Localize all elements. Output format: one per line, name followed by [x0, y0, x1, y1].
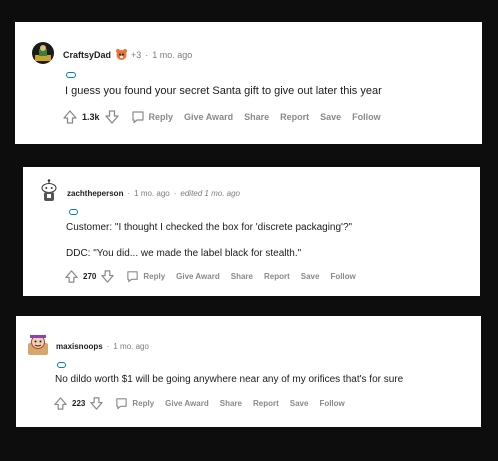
comment-card: CraftsyDad +3 · 1 mo. ago I guess you fo…	[15, 22, 482, 144]
comment-card: maxisnoops · 1 mo. ago No dildo worth $1…	[16, 316, 481, 427]
save-button[interactable]: Save	[301, 272, 320, 281]
separator-dot: ·	[127, 189, 131, 198]
reply-bubble-icon	[116, 398, 128, 410]
upvote-icon[interactable]	[62, 109, 78, 125]
vote-control: 1.3k	[62, 109, 120, 125]
timestamp[interactable]: 1 mo. ago	[152, 50, 192, 60]
follow-button[interactable]: Follow	[352, 112, 381, 122]
vote-score: 1.3k	[82, 112, 100, 122]
upvote-icon[interactable]	[53, 396, 68, 411]
report-button[interactable]: Report	[280, 112, 309, 122]
save-button[interactable]: Save	[320, 112, 341, 122]
reply-bubble-icon	[127, 271, 139, 283]
comment-text: I guess you found your secret Santa gift…	[65, 85, 382, 97]
reply-bubble-icon	[131, 111, 144, 124]
vote-control: 270	[64, 269, 115, 284]
give-award-button[interactable]: Give Award	[176, 272, 220, 281]
comment-text: No dildo worth $1 will be going anywhere…	[55, 374, 404, 385]
reply-label: Reply	[132, 399, 155, 408]
reply-button[interactable]: Reply	[115, 397, 154, 410]
share-button[interactable]: Share	[244, 112, 269, 122]
avatar-icon	[28, 335, 48, 355]
give-award-button[interactable]: Give Award	[165, 399, 209, 408]
comment-text-line: Customer: "I thought I checked the box f…	[66, 222, 353, 233]
avatar[interactable]	[26, 333, 50, 357]
collapse-line-icon[interactable]	[69, 209, 78, 215]
upvote-icon[interactable]	[64, 269, 79, 284]
vote-control: 223	[53, 396, 104, 411]
separator-dot: ·	[173, 189, 177, 198]
downvote-icon[interactable]	[100, 269, 115, 284]
username[interactable]: CraftsyDad	[63, 50, 111, 60]
vote-score: 270	[83, 272, 97, 281]
downvote-icon[interactable]	[104, 109, 120, 125]
share-button[interactable]: Share	[231, 272, 253, 281]
avatar-icon	[35, 45, 51, 61]
timestamp[interactable]: 1 mo. ago	[134, 189, 170, 198]
vote-score: 223	[72, 399, 86, 408]
reply-button[interactable]: Reply	[131, 110, 174, 124]
report-button[interactable]: Report	[253, 399, 279, 408]
edited-label: edited 1 mo. ago	[180, 189, 240, 198]
avatar[interactable]	[38, 179, 60, 203]
follow-button[interactable]: Follow	[330, 272, 355, 281]
separator-dot: ·	[145, 49, 149, 60]
avatar-icon	[41, 179, 57, 201]
save-button[interactable]: Save	[290, 399, 309, 408]
username[interactable]: maxisnoops	[56, 342, 103, 351]
downvote-icon[interactable]	[89, 396, 104, 411]
follow-button[interactable]: Follow	[319, 399, 344, 408]
collapse-line-icon[interactable]	[57, 362, 66, 368]
reply-button[interactable]: Reply	[126, 270, 165, 283]
separator-dot: ·	[106, 342, 110, 351]
report-button[interactable]: Report	[264, 272, 290, 281]
comment-text-line: DDC: "You did... we made the label black…	[66, 248, 302, 259]
give-award-button[interactable]: Give Award	[184, 112, 233, 122]
share-button[interactable]: Share	[220, 399, 242, 408]
avatar[interactable]	[32, 42, 54, 64]
reply-label: Reply	[143, 272, 166, 281]
comment-card: zachtheperson · 1 mo. ago · edited 1 mo.…	[23, 167, 480, 296]
collapse-line-icon[interactable]	[66, 72, 76, 78]
award-count: +3	[131, 49, 142, 60]
award-badge[interactable]: +3	[115, 48, 141, 61]
username[interactable]: zachtheperson	[67, 189, 123, 198]
timestamp[interactable]: 1 mo. ago	[113, 342, 149, 351]
award-icon	[116, 49, 128, 60]
reply-label: Reply	[148, 112, 174, 122]
